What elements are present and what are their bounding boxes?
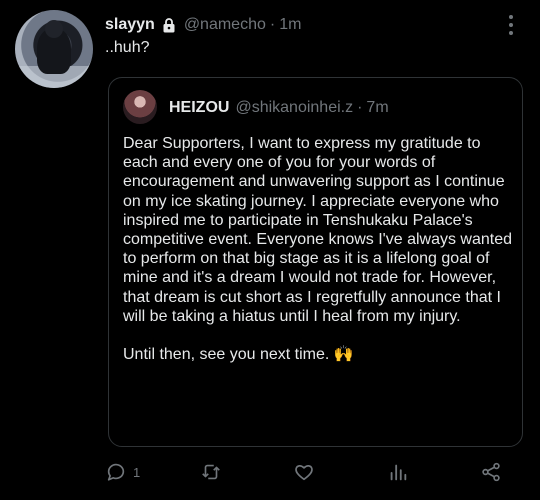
more-options-icon[interactable] (508, 15, 514, 35)
like-button[interactable] (293, 457, 315, 487)
more-dot (509, 15, 513, 19)
like-icon (295, 465, 313, 481)
separator-dot: · (357, 99, 363, 116)
author-name[interactable]: slayyn (105, 16, 155, 34)
author-avatar[interactable] (15, 10, 93, 88)
quoted-paragraph: Dear Supporters, I want to express my gr… (123, 135, 513, 325)
action-bar: 1 (105, 457, 505, 487)
share-button[interactable] (480, 457, 502, 487)
separator-dot: · (269, 16, 276, 33)
lock-icon (161, 17, 177, 33)
reply-button[interactable]: 1 (105, 457, 140, 487)
tweet-text: ..huh? (105, 39, 150, 56)
reply-icon (107, 463, 125, 481)
quoted-author-avatar[interactable] (123, 90, 157, 124)
quoted-tweet[interactable]: HEIZOU @shikanoinhei.z · 7m Dear Support… (108, 77, 523, 447)
quoted-paragraph: Until then, see you next time. 🙌 (123, 346, 354, 364)
views-button[interactable] (387, 457, 409, 487)
views-icon (390, 464, 407, 481)
author-handle[interactable]: @namecho (184, 16, 266, 34)
reply-count: 1 (133, 464, 141, 480)
share-icon (482, 462, 500, 482)
retweet-icon (202, 464, 220, 480)
quoted-tweet-header: HEIZOU @shikanoinhei.z · 7m (169, 98, 389, 118)
retweet-button[interactable] (200, 457, 222, 487)
quoted-author-handle: @shikanoinhei.z (235, 99, 354, 116)
more-dot (509, 31, 513, 35)
tweet-header: slayyn @namecho · 1m (105, 15, 301, 35)
tweet-time[interactable]: 1m (279, 16, 301, 34)
tweet[interactable]: slayyn @namecho · 1m ..huh? HEIZOU @shik… (0, 0, 540, 500)
more-dot (509, 23, 513, 27)
avatar-figure-head (45, 20, 63, 38)
quoted-author-name: HEIZOU (169, 99, 230, 116)
quoted-tweet-time: 7m (366, 99, 389, 116)
quoted-tweet-text: Dear Supporters, I want to express my gr… (123, 134, 515, 364)
